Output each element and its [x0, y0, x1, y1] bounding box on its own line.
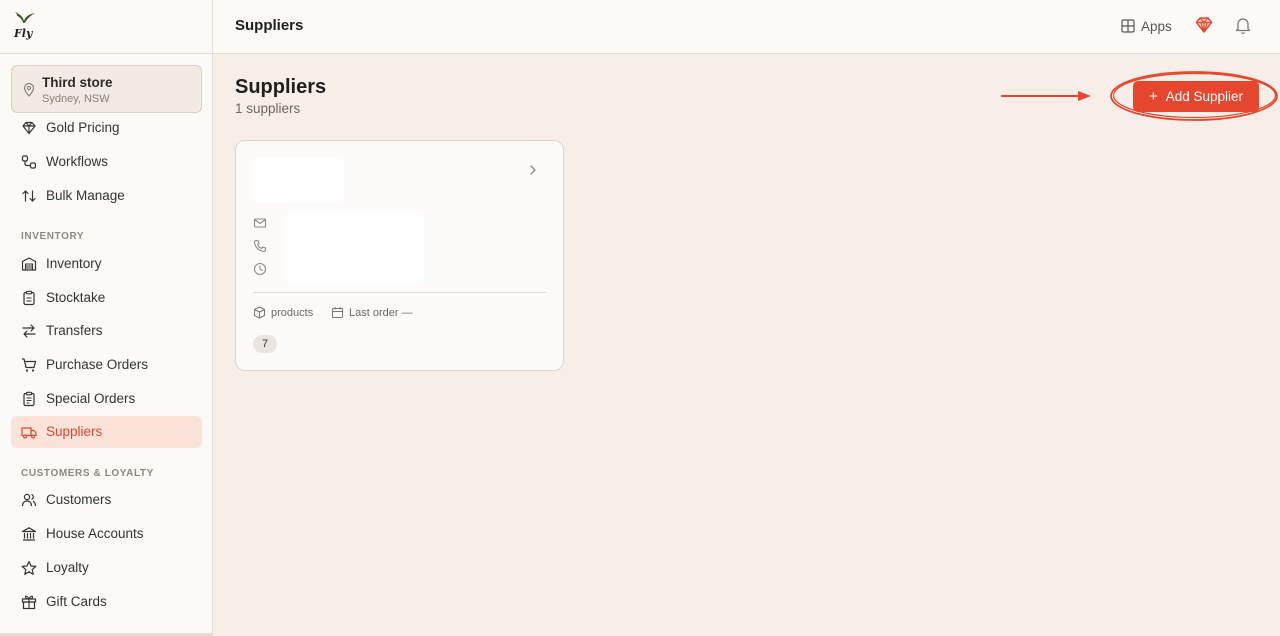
supplier-info-placeholder — [284, 213, 424, 283]
sidebar-item-label: Inventory — [46, 256, 102, 271]
sidebar-item-label: Stocktake — [46, 290, 106, 305]
add-supplier-label: Add Supplier — [1165, 89, 1244, 104]
top-header: Suppliers Apps — [213, 0, 1280, 54]
sidebar-item-workflows[interactable]: Workflows — [11, 146, 202, 178]
sidebar-item-house-accounts[interactable]: House Accounts — [11, 518, 202, 550]
sidebar-item-transfers[interactable]: Transfers — [11, 315, 202, 347]
clipboard-list-icon — [23, 391, 35, 407]
chevron-right-icon — [530, 165, 536, 175]
location-pin-icon — [23, 83, 35, 97]
sidebar-item-stocktake[interactable]: Stocktake — [11, 282, 202, 314]
sidebar-item-gold-pricing[interactable]: Gold Pricing — [11, 112, 202, 144]
sidebar-item-label: Customers — [46, 492, 112, 507]
apps-label: Apps — [1141, 18, 1172, 34]
grid-icon — [1121, 19, 1135, 33]
sidebar-item-gift-cards[interactable]: Gift Cards — [11, 586, 202, 618]
last-order-label: Last order — — [349, 306, 413, 319]
clipboard-icon — [23, 290, 35, 306]
clock-icon — [253, 262, 267, 276]
bell-icon[interactable] — [1233, 15, 1253, 35]
sidebar-item-inventory[interactable]: Inventory — [11, 248, 202, 280]
sidebar-item-loyalty[interactable]: Loyalty — [11, 552, 202, 584]
transfer-icon — [22, 324, 36, 338]
star-icon — [21, 560, 37, 575]
sidebar-item-label: Loyalty — [46, 560, 89, 575]
sidebar-item-label: Gift Cards — [46, 594, 107, 609]
card-divider — [253, 292, 546, 293]
gem-icon[interactable] — [1194, 15, 1214, 35]
truck-icon — [21, 427, 37, 439]
sidebar-item-customers[interactable]: Customers — [11, 484, 202, 516]
bank-icon — [21, 527, 37, 541]
apps-button[interactable]: Apps — [1121, 15, 1172, 37]
sidebar-item-special-orders[interactable]: Special Orders — [11, 383, 202, 415]
sidebar-item-label: Special Orders — [46, 391, 136, 406]
plus-icon: + — [1148, 88, 1158, 105]
workflow-icon — [21, 155, 37, 169]
sidebar-item-label: Bulk Manage — [46, 188, 125, 203]
sidebar-item-label: Workflows — [46, 154, 109, 169]
last-order-meta: Last order — — [331, 306, 413, 319]
header-title: Suppliers — [235, 17, 304, 34]
svg-text:Fly: Fly — [13, 27, 34, 40]
supplier-card[interactable]: products Last order — 7 — [235, 140, 564, 371]
store-selector[interactable]: Third store Sydney, NSW — [11, 65, 202, 113]
products-meta: products — [253, 306, 313, 319]
gem-icon — [22, 121, 36, 135]
section-title-inventory: INVENTORY — [21, 231, 85, 242]
add-supplier-button[interactable]: + Add Supplier — [1133, 81, 1259, 112]
section-title-customers-loyalty: CUSTOMERS & LOYALTY — [21, 468, 154, 479]
fly-logo[interactable]: Fly — [12, 10, 38, 40]
sidebar-item-suppliers[interactable]: Suppliers — [11, 416, 202, 448]
annotation-arrow-icon — [1001, 91, 1091, 101]
sidebar-item-bulk-manage[interactable]: Bulk Manage — [11, 180, 202, 212]
products-label: products — [271, 306, 314, 319]
sidebar-item-label: Suppliers — [46, 424, 103, 439]
phone-icon — [253, 239, 267, 253]
cart-icon — [22, 358, 37, 372]
sidebar-item-purchase-orders[interactable]: Purchase Orders — [11, 349, 202, 381]
supplier-count: 1 suppliers — [235, 101, 301, 116]
sidebar: Fly Third store Sydney, NSW Gold Pricing… — [0, 0, 213, 636]
sidebar-item-label: Purchase Orders — [46, 357, 149, 372]
gift-icon — [21, 595, 37, 610]
store-location: Sydney, NSW — [42, 93, 110, 105]
calendar-icon — [332, 307, 343, 318]
supplier-name-placeholder — [252, 158, 344, 202]
sidebar-item-label: Gold Pricing — [46, 120, 120, 135]
mail-icon — [253, 218, 267, 228]
warehouse-icon — [21, 257, 37, 271]
divider — [0, 53, 213, 54]
users-icon — [21, 493, 37, 507]
sort-arrows-icon — [22, 190, 36, 202]
sidebar-item-label: Transfers — [46, 323, 103, 338]
store-name: Third store — [42, 75, 113, 90]
package-icon — [254, 306, 265, 319]
page-title: Suppliers — [235, 76, 327, 98]
sidebar-item-label: House Accounts — [46, 526, 144, 541]
product-count-badge: 7 — [253, 335, 277, 353]
